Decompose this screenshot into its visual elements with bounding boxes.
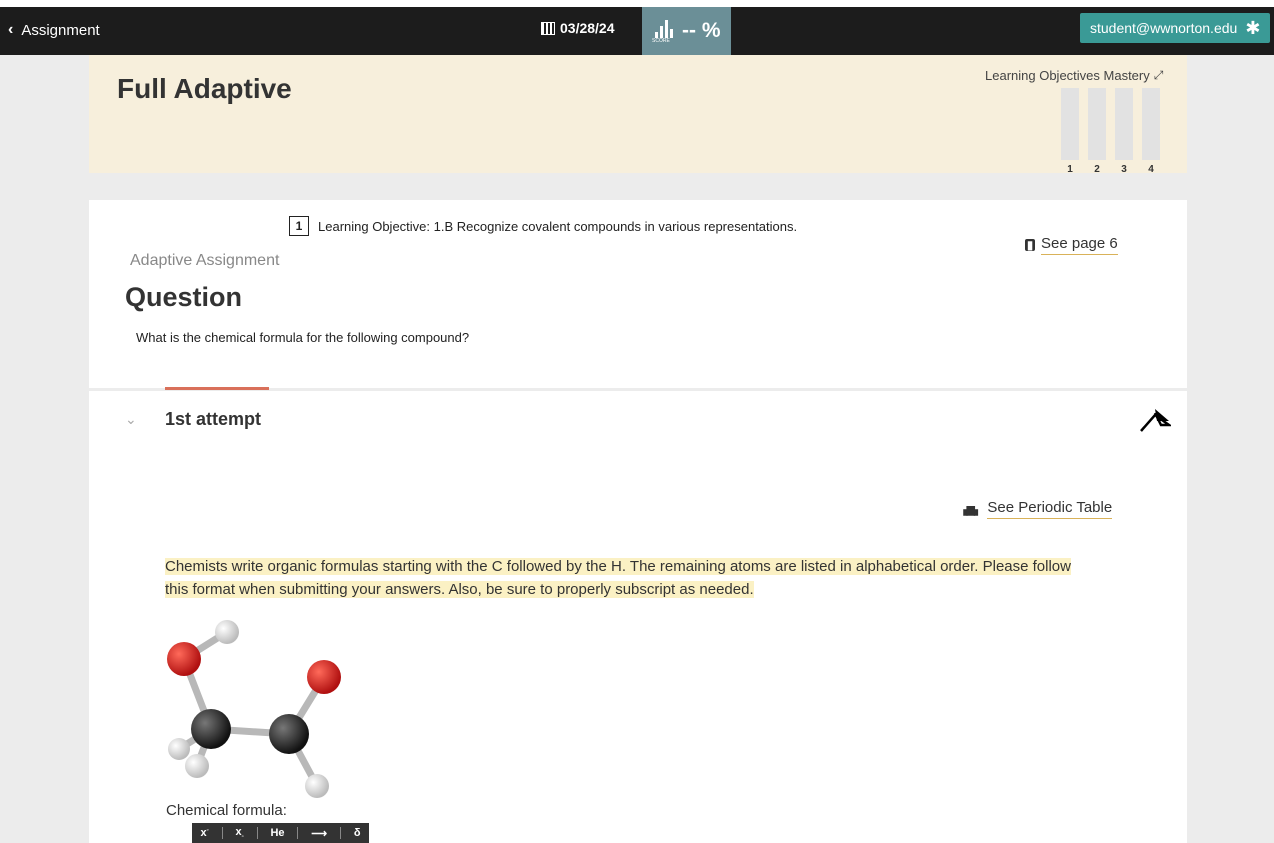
mastery-bar[interactable] [1142, 88, 1160, 160]
periodic-table-icon: ▗▆▖ [959, 503, 982, 516]
score-chart-icon: SCORE [652, 18, 676, 44]
periodic-table-text[interactable]: See Periodic Table [987, 499, 1113, 519]
mastery-label: 1 [1067, 164, 1073, 175]
see-page-link[interactable]: ▮ See page 6 [1025, 235, 1118, 255]
mastery-title[interactable]: Learning Objectives Mastery ⤢ [985, 68, 1163, 83]
user-email: student@wwnorton.edu [1090, 20, 1238, 36]
book-icon: ▮ [1025, 238, 1035, 252]
learning-objective-number: 1 [289, 216, 309, 236]
instructions-text: Chemists write organic formulas starting… [165, 558, 1071, 598]
back-label: Assignment [21, 21, 100, 39]
back-to-assignment-button[interactable]: ‹ Assignment [8, 21, 100, 39]
reaction-arrow-button[interactable]: ⟶ [307, 827, 331, 840]
gear-icon[interactable]: ✱ [1245, 18, 1260, 39]
mastery-labels: 1 2 3 4 [1061, 164, 1160, 175]
score-value: -- % [682, 19, 721, 42]
mastery-label: 4 [1148, 164, 1154, 175]
assignment-header: Full Adaptive Learning Objectives Master… [89, 55, 1187, 175]
mastery-bar[interactable] [1115, 88, 1133, 160]
mastery-label: 2 [1094, 164, 1100, 175]
mastery-bar[interactable] [1061, 88, 1079, 160]
mastery-label: 3 [1121, 164, 1127, 175]
periodic-table-link[interactable]: ▗▆▖ See Periodic Table [959, 499, 1113, 519]
question-card: 1 Learning Objective: 1.B Recognize cova… [89, 200, 1187, 388]
delta-button[interactable]: δ [350, 827, 365, 839]
element-button[interactable]: He [266, 827, 288, 839]
superscript-button[interactable]: x▫ [196, 827, 212, 839]
calendar-icon [541, 21, 555, 35]
subscript-button[interactable]: x▫ [231, 826, 247, 840]
score-display[interactable]: SCORE -- % [642, 7, 731, 55]
adaptive-assignment-label: Adaptive Assignment [130, 252, 280, 269]
attempt-tab-indicator [165, 387, 269, 390]
chevron-down-icon[interactable]: ⌄ [125, 411, 137, 428]
collapse-icon[interactable] [1139, 407, 1171, 433]
assignment-title: Full Adaptive [117, 73, 292, 104]
chevron-left-icon: ‹ [8, 21, 14, 38]
expand-icon[interactable]: ⤢ [1154, 68, 1164, 83]
question-heading: Question [125, 282, 243, 312]
molecule-image [167, 620, 341, 798]
mastery-chart [1061, 88, 1160, 160]
attempt-section: ⌄ 1st attempt ▗▆▖ See Periodic Table Che… [89, 387, 1187, 843]
user-account-button[interactable]: student@wwnorton.edu ✱ [1080, 13, 1270, 43]
due-date: 03/28/24 [541, 20, 615, 36]
attempt-title[interactable]: 1st attempt [165, 409, 261, 430]
instructions: Chemists write organic formulas starting… [165, 555, 1095, 601]
formula-toolbar: x▫ x▫ He ⟶ δ [192, 823, 369, 843]
due-date-text: 03/28/24 [560, 20, 615, 36]
see-page-text[interactable]: See page 6 [1041, 235, 1118, 255]
mastery-bar[interactable] [1088, 88, 1106, 160]
top-bar: ‹ Assignment 03/28/24 SCORE -- % student… [0, 0, 1274, 55]
top-bar-inner: ‹ Assignment 03/28/24 SCORE -- % student… [0, 7, 1274, 55]
chemical-formula-label: Chemical formula: [166, 802, 287, 819]
question-text: What is the chemical formula for the fol… [136, 330, 470, 345]
mastery-title-text: Learning Objectives Mastery [985, 68, 1150, 83]
learning-objective: 1 Learning Objective: 1.B Recognize cova… [289, 216, 797, 236]
score-label: SCORE [652, 38, 670, 44]
learning-objective-text: Learning Objective: 1.B Recognize covale… [318, 218, 798, 234]
